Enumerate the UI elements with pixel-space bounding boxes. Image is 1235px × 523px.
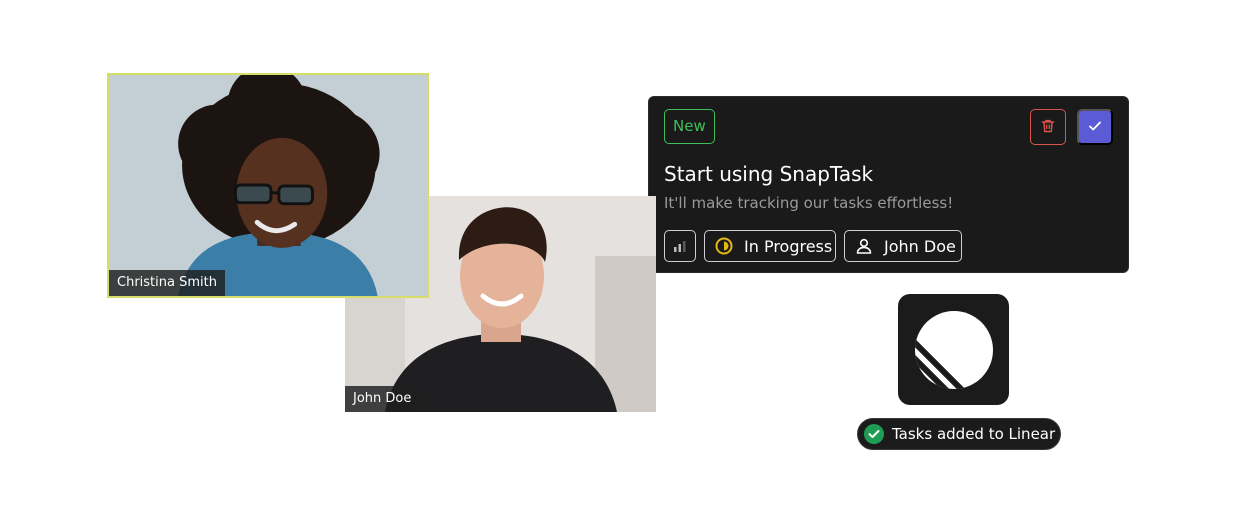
status-badge: New [664, 109, 715, 144]
participant-photo [109, 75, 427, 296]
check-icon [1087, 118, 1103, 137]
participant-name-tag: Christina Smith [109, 270, 225, 296]
assignee-chip[interactable]: John Doe [844, 230, 962, 262]
task-title: Start using SnapTask [664, 162, 874, 186]
status-chip-label: In Progress [744, 236, 833, 256]
user-icon [855, 237, 873, 255]
delete-task-button[interactable] [1030, 109, 1066, 145]
status-chip[interactable]: In Progress [704, 230, 836, 262]
half-circle-icon [715, 237, 733, 255]
video-tile-christina-smith[interactable]: Christina Smith [107, 73, 429, 298]
task-card: New Start using SnapTask It'll make trac… [648, 96, 1129, 273]
check-circle-icon [864, 424, 884, 444]
trash-icon [1040, 118, 1056, 137]
linear-logo-icon [898, 294, 1009, 405]
confirm-task-button[interactable] [1077, 109, 1113, 145]
toast-text: Tasks added to Linear [892, 425, 1056, 443]
signal-bars-icon [672, 238, 688, 254]
assignee-chip-label: John Doe [884, 236, 956, 256]
tasks-added-toast: Tasks added to Linear [857, 418, 1061, 450]
participant-name-tag: John Doe [345, 386, 420, 412]
priority-chip[interactable] [664, 230, 696, 262]
task-description: It'll make tracking our tasks effortless… [664, 194, 954, 212]
